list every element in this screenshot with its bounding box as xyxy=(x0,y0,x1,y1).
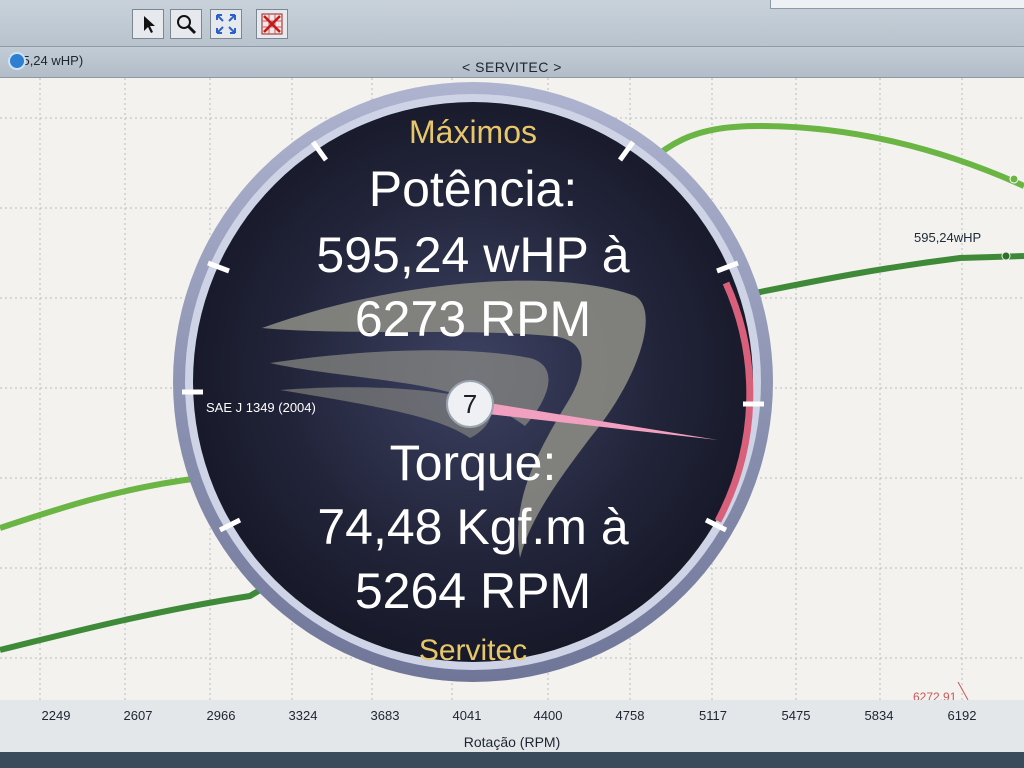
torque-rpm: 5264 RPM xyxy=(354,563,592,619)
chart-window-title: < SERVITEC > xyxy=(462,59,562,75)
pointer-tool-button[interactable] xyxy=(132,9,164,39)
x-tick-label: 3683 xyxy=(370,708,400,723)
chart-window-titlebar: 595,24 wHP) < SERVITEC > xyxy=(0,47,1024,78)
power-peak-marker[interactable] xyxy=(1001,251,1011,261)
torque-peak-marker[interactable] xyxy=(1009,174,1019,184)
zoom-icon xyxy=(177,15,197,35)
torque-label: Torque: xyxy=(389,435,557,491)
fit-icon xyxy=(216,14,236,34)
x-tick-label: 5117 xyxy=(699,708,727,723)
x-tick-label: 4400 xyxy=(533,708,563,723)
x-tick-label: 4041 xyxy=(452,708,482,723)
x-tick-label: 3324 xyxy=(288,708,318,723)
toolbar xyxy=(0,0,1024,47)
torque-value: 74,48 Kgf.m à xyxy=(317,499,629,555)
dyno-screen: 595,24 wHP) < SERVITEC > 595,24wHP 6272,… xyxy=(0,0,1024,768)
peak-rpm-leader xyxy=(957,681,969,700)
max-values-gauge: Máximos Potência: 595,24 wHP à 6273 RPM … xyxy=(170,78,776,686)
power-value: 595,24 wHP à xyxy=(316,227,630,283)
x-tick-label: 2249 xyxy=(41,708,71,723)
grid-close-icon xyxy=(261,13,283,35)
power-label: Potência: xyxy=(368,161,578,217)
gauge-footer: Servitec xyxy=(418,634,528,667)
fit-tool-button[interactable] xyxy=(210,9,242,39)
zoom-tool-button[interactable] xyxy=(170,9,202,39)
x-tick-label: 6192 xyxy=(947,708,977,723)
grid-close-tool-button[interactable] xyxy=(256,9,288,39)
window-controls-area xyxy=(770,0,1024,9)
x-tick-label: 5475 xyxy=(781,708,811,723)
x-tick-label: 5834 xyxy=(864,708,894,723)
correction-standard-label: SAE J 1349 (2004) xyxy=(206,400,316,415)
max-power-label: 595,24wHP xyxy=(914,230,982,245)
gauge-hub-badge[interactable]: 7 xyxy=(446,380,494,428)
legend-marker-icon[interactable] xyxy=(8,52,26,70)
x-axis: 2249 2607 2966 3324 3683 4041 4400 4758 … xyxy=(0,700,1024,752)
x-tick-label: 4758 xyxy=(615,708,645,723)
gauge-header: Máximos xyxy=(408,114,537,150)
power-rpm: 6273 RPM xyxy=(354,291,592,347)
x-axis-label: Rotação (RPM) xyxy=(463,734,561,750)
x-tick-label: 2607 xyxy=(123,708,153,723)
taskbar xyxy=(0,752,1024,768)
x-tick-label: 2966 xyxy=(206,708,236,723)
pointer-icon xyxy=(144,16,155,33)
